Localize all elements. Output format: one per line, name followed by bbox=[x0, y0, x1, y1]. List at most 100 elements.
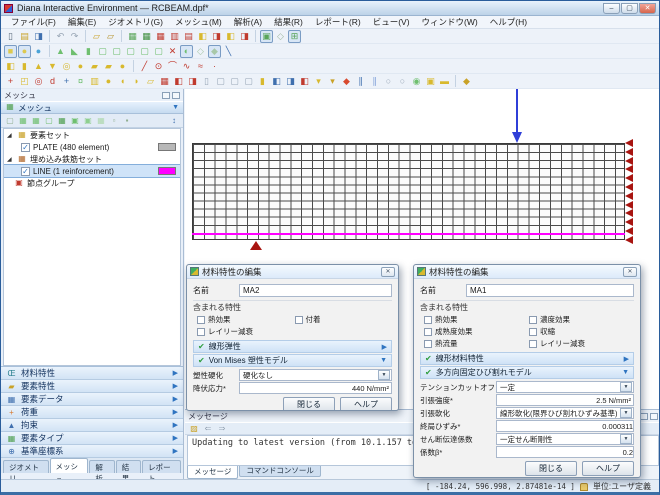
checkbox-icon[interactable] bbox=[295, 316, 303, 324]
shrink-elements-icon[interactable]: ✕ bbox=[166, 45, 179, 58]
help-button[interactable]: ヘルプ bbox=[340, 397, 392, 410]
solid-box-b-icon[interactable]: ◨ bbox=[210, 30, 223, 43]
mesh-part-d-icon[interactable]: ▦ bbox=[56, 115, 68, 127]
checkbox-icon[interactable] bbox=[529, 340, 537, 348]
flame-tool-icon[interactable]: ◆ bbox=[340, 75, 353, 88]
tension-softening-select[interactable]: 線形軟化(限界ひび割れひずみ基準) ▼ bbox=[496, 407, 634, 419]
tree-group-element-set[interactable]: ◢ ▦ 要素セット bbox=[4, 129, 180, 141]
mesh-part-e-icon[interactable]: ▣ bbox=[69, 115, 81, 127]
copy-mesh-icon[interactable]: ▱ bbox=[90, 30, 103, 43]
extrude-building-icon[interactable]: ▥ bbox=[88, 75, 101, 88]
menu-file[interactable]: ファイル(F) bbox=[5, 16, 62, 28]
menu-view[interactable]: ビュー(V) bbox=[367, 16, 416, 28]
solid-box-c-icon[interactable]: ◧ bbox=[224, 30, 237, 43]
menu-geometry[interactable]: ジオメトリ(G) bbox=[102, 16, 169, 28]
drop-b-icon[interactable]: ▾ bbox=[326, 75, 339, 88]
tensile-strength-input[interactable]: 2.5 N/mm² bbox=[496, 394, 634, 406]
reinforcement-line[interactable] bbox=[192, 233, 625, 235]
ultimate-strain-input[interactable]: 0.000311 bbox=[496, 420, 634, 432]
arc-tool-icon[interactable]: ⌒ bbox=[166, 60, 179, 73]
menu-help[interactable]: ヘルプ(H) bbox=[484, 16, 533, 28]
arc-left-shape-icon[interactable]: ◖ bbox=[116, 75, 129, 88]
pair-green-icon[interactable]: ◉ bbox=[410, 75, 423, 88]
menu-analysis[interactable]: 解析(A) bbox=[228, 16, 268, 28]
rail-horizontal-icon[interactable]: ▥ bbox=[168, 30, 181, 43]
solid-box-a-icon[interactable]: ◧ bbox=[196, 30, 209, 43]
mesh-dense-icon[interactable]: ▦ bbox=[140, 30, 153, 43]
close-dialog-button[interactable]: 閉じる bbox=[525, 461, 577, 476]
drop-a-icon[interactable]: ▾ bbox=[312, 75, 325, 88]
stripe-box-b-icon[interactable]: ◨ bbox=[186, 75, 199, 88]
line-checkbox[interactable]: ✓ bbox=[21, 167, 30, 176]
mesh-smooth-icon[interactable]: ▦ bbox=[126, 30, 139, 43]
checkbox-rayleigh-damping[interactable]: レイリー減衰 bbox=[197, 326, 295, 337]
line-color-swatch[interactable] bbox=[158, 167, 176, 175]
sheet-circle-icon[interactable]: ● bbox=[116, 60, 129, 73]
work-plane-b-icon[interactable]: ◆ bbox=[208, 45, 221, 58]
close-dialog-button[interactable]: 閉じる bbox=[283, 397, 335, 410]
select-grid-icon[interactable]: ⊞ bbox=[288, 30, 301, 43]
checkbox-icon[interactable] bbox=[424, 316, 432, 324]
solid-vee-icon[interactable]: ▼ bbox=[46, 60, 59, 73]
tree-group-reinforcement-set[interactable]: ◢ ▦ 埋め込み鉄筋セット bbox=[4, 153, 180, 165]
dropdown-arrow-icon[interactable]: ▼ bbox=[620, 434, 632, 444]
move-node-icon[interactable]: + bbox=[4, 75, 17, 88]
minimize-button[interactable]: – bbox=[603, 3, 620, 14]
mesh-select-all-icon[interactable]: ▢ bbox=[4, 115, 16, 127]
hatch-blue-a-icon[interactable]: ◧ bbox=[270, 75, 283, 88]
checkbox-maturity-effects[interactable]: 成熟度効果 bbox=[424, 326, 529, 337]
hatch-blue-b-icon[interactable]: ◨ bbox=[284, 75, 297, 88]
sidebar-item-material-properties[interactable]: Œ 材料特性 ▶ bbox=[1, 367, 183, 380]
sidebar-item-load[interactable]: + 荷重 ▶ bbox=[1, 406, 183, 419]
solid-box-d-icon[interactable]: ◨ bbox=[238, 30, 251, 43]
stripe-box-a-icon[interactable]: ◧ bbox=[172, 75, 185, 88]
table-grid-icon[interactable]: ▦ bbox=[158, 75, 171, 88]
polyline-tool-icon[interactable]: ≈ bbox=[194, 60, 207, 73]
shear-retention-select[interactable]: 一定せん断剛性 ▼ bbox=[496, 433, 634, 445]
spline-tool-icon[interactable]: ∿ bbox=[180, 60, 193, 73]
import-file-icon[interactable]: ▤ bbox=[18, 30, 31, 43]
circle-tool-icon[interactable]: ⊙ bbox=[152, 60, 165, 73]
dropdown-arrow-icon[interactable]: ▼ bbox=[620, 408, 632, 418]
chevron-down-icon[interactable]: ▼ bbox=[380, 357, 387, 364]
tab-analysis[interactable]: 解析 bbox=[89, 460, 114, 473]
dialog-close-button[interactable]: ✕ bbox=[623, 267, 637, 277]
section-linear-elasticity[interactable]: ✔ 線形弾性 ▶ bbox=[193, 340, 392, 353]
solid-torus-icon[interactable]: ◎ bbox=[60, 60, 73, 73]
solid-cylinder-icon[interactable]: ▮ bbox=[18, 60, 31, 73]
help-button[interactable]: ヘルプ bbox=[582, 461, 634, 476]
menu-results[interactable]: 結果(R) bbox=[268, 16, 309, 28]
cube-c-icon[interactable]: ▢ bbox=[242, 75, 255, 88]
wire-box-e-icon[interactable]: ▢ bbox=[152, 45, 165, 58]
solid-cone-icon[interactable]: ▲ bbox=[32, 60, 45, 73]
panel-dock-icon[interactable] bbox=[172, 92, 180, 99]
checkbox-icon[interactable] bbox=[529, 316, 537, 324]
mesh-show-icon[interactable]: ▪ bbox=[121, 115, 133, 127]
sidebar-item-element-properties[interactable]: ▰ 要素特性 ▶ bbox=[1, 380, 183, 393]
maximize-button[interactable]: ▢ bbox=[621, 3, 638, 14]
beta-coefficient-input[interactable]: 0.2 bbox=[496, 446, 634, 458]
hatch-red-icon[interactable]: ◧ bbox=[298, 75, 311, 88]
checkbox-heat-flow[interactable]: 熱流量 bbox=[424, 338, 529, 349]
half-model-icon[interactable]: ◐ bbox=[180, 45, 193, 58]
checkbox-thermal-effects[interactable]: 熱効果 bbox=[197, 314, 295, 325]
plate-checkbox[interactable]: ✓ bbox=[21, 143, 30, 152]
select-area-icon[interactable]: ▣ bbox=[260, 30, 273, 43]
mesh-part-g-icon[interactable]: ▦ bbox=[95, 115, 107, 127]
tab-results[interactable]: 結果 bbox=[116, 460, 141, 473]
mesh-section-header[interactable]: ▦ メッシュ ▼ bbox=[1, 101, 183, 114]
tree-item-plate[interactable]: ✓ PLATE (480 element) bbox=[4, 141, 180, 153]
section-von-mises[interactable]: ✔ Von Mises 塑性モデル ▼ bbox=[193, 354, 392, 367]
checkbox-icon[interactable] bbox=[529, 328, 537, 336]
material-brush-icon[interactable]: ◆ bbox=[460, 75, 473, 88]
chevron-down-icon[interactable]: ▼ bbox=[622, 369, 629, 376]
checkbox-icon[interactable] bbox=[197, 316, 205, 324]
vase-a-icon[interactable]: ○ bbox=[382, 75, 395, 88]
nav-back-icon[interactable]: ⇐ bbox=[202, 423, 214, 435]
nav-forward-icon[interactable]: ⇒ bbox=[216, 423, 228, 435]
expander-icon[interactable]: ◢ bbox=[7, 156, 14, 163]
expander-icon[interactable]: ◢ bbox=[7, 132, 14, 139]
cross-op-icon[interactable]: + bbox=[60, 75, 73, 88]
wedge-view-icon[interactable]: ◣ bbox=[68, 45, 81, 58]
column-b-icon[interactable]: ∥ bbox=[368, 75, 381, 88]
